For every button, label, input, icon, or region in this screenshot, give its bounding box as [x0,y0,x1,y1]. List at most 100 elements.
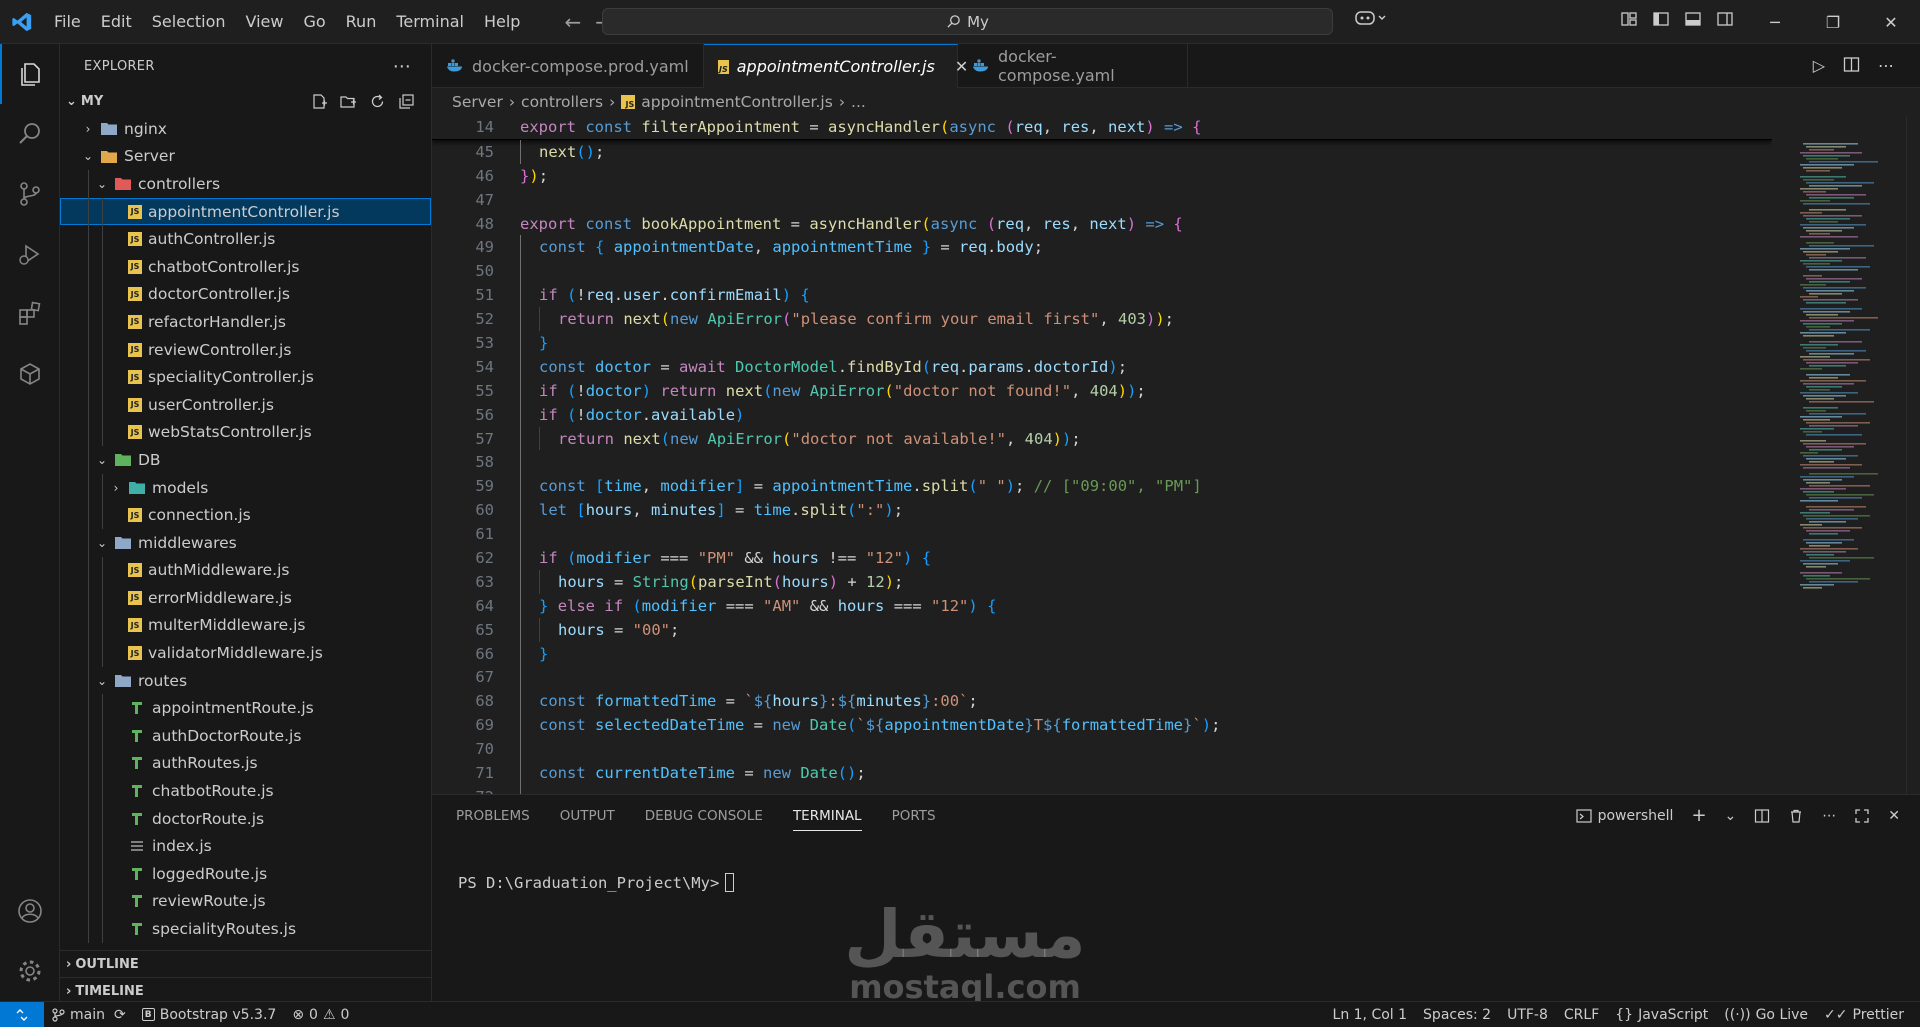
prettier-status[interactable]: ✓✓ Prettier [1816,1007,1920,1023]
explorer-icon[interactable] [0,44,60,104]
file-item[interactable]: JS errorMiddleware.js [60,584,431,612]
sync-icon[interactable]: ⟳ [114,1007,126,1023]
file-item[interactable]: JS specialityController.js [60,363,431,391]
file-item[interactable]: loggedRoute.js [60,860,431,888]
file-item[interactable]: JS validatorMiddleware.js [60,639,431,667]
split-terminal-icon[interactable] [1754,808,1770,824]
split-editor-icon[interactable] [1843,56,1860,73]
breadcrumb-item[interactable]: ... [851,93,866,111]
menu-item-edit[interactable]: Edit [91,0,142,44]
extensions-icon[interactable] [0,284,60,344]
menu-item-file[interactable]: File [44,0,91,44]
file-item[interactable]: JS chatbotController.js [60,252,431,281]
panel-tab-terminal[interactable]: TERMINAL [792,808,862,831]
terminal-shell-selector[interactable]: powershell [1575,808,1673,824]
folder-item[interactable]: › models [60,473,431,502]
editor-scrollbar[interactable] [1906,116,1920,794]
close-panel-icon[interactable]: ✕ [1888,808,1900,824]
search-sidebar-icon[interactable] [0,104,60,164]
language-mode[interactable]: {} JavaScript [1607,1007,1716,1023]
toggle-secondary-sidebar-icon[interactable] [1716,10,1734,28]
new-file-icon[interactable] [311,93,328,110]
more-actions-icon[interactable]: ⋯ [1822,808,1836,824]
menu-item-terminal[interactable]: Terminal [386,0,474,44]
customize-layout-icon[interactable] [1620,10,1638,28]
workspace-root[interactable]: ⌄ MY [60,88,431,115]
line-ending[interactable]: CRLF [1556,1007,1607,1023]
panel-tab-ports[interactable]: PORTS [892,808,936,824]
cursor-position[interactable]: Ln 1, Col 1 [1325,1007,1416,1023]
panel-tab-problems[interactable]: PROBLEMS [456,808,530,824]
maximize-panel-icon[interactable] [1854,808,1870,824]
file-item[interactable]: JS authController.js [60,225,431,253]
git-branch[interactable]: main ⟳ [44,1007,134,1023]
editor-tab[interactable]: JS appointmentController.js ✕ [704,44,968,88]
settings-gear-icon[interactable] [0,941,60,1001]
run-code-icon[interactable]: ▷ [1813,56,1825,75]
file-item[interactable]: appointmentRoute.js [60,694,431,723]
encoding[interactable]: UTF-8 [1499,1007,1556,1023]
menu-item-run[interactable]: Run [336,0,387,44]
restore-icon[interactable]: ❐ [1804,0,1862,44]
more-actions-icon[interactable]: ⋯ [1878,56,1894,75]
terminal-output[interactable]: PS D:\Graduation_Project\My> [458,873,735,892]
file-item[interactable]: chatbotRoute.js [60,777,431,805]
file-item[interactable]: JS doctorController.js [60,280,431,309]
go-back-icon[interactable]: ← [564,10,581,34]
file-item[interactable]: JS userController.js [60,390,431,419]
folder-item[interactable]: ⌄ DB [60,446,431,474]
file-item[interactable]: doctorRoute.js [60,804,431,833]
toggle-panel-icon[interactable] [1684,10,1702,28]
collapse-all-icon[interactable] [398,93,415,110]
new-terminal-icon[interactable]: + [1691,805,1706,826]
minimap[interactable] [1786,116,1896,716]
run-debug-icon[interactable] [0,224,60,284]
copilot-icon[interactable] [1354,9,1388,31]
file-item[interactable]: JS webStatsController.js [60,418,431,447]
folder-item[interactable]: ⌄ routes [60,666,431,695]
file-item[interactable]: JS authMiddleware.js [60,556,431,585]
folder-item[interactable]: ⌄ Server [60,143,431,171]
folder-item[interactable]: ⌄ controllers [60,170,431,198]
file-item[interactable]: JS connection.js [60,501,431,529]
menu-item-help[interactable]: Help [474,0,530,44]
code-editor[interactable]: 14 export const filterAppointment = async… [432,116,1772,794]
bootstrap-status[interactable]: B Bootstrap v5.3.7 [134,1007,285,1023]
outline-section[interactable]: › OUTLINE [60,950,432,977]
folder-item[interactable]: ⌄ middlewares [60,528,431,557]
problems-status[interactable]: ⊗ 0 ⚠ 0 [284,1007,357,1023]
menu-item-view[interactable]: View [236,0,294,44]
file-item[interactable]: JS multerMiddleware.js [60,611,431,640]
minimize-icon[interactable]: ─ [1746,0,1804,44]
menu-item-go[interactable]: Go [293,0,335,44]
file-item[interactable]: JS refactorHandler.js [60,308,431,336]
chevron-down-icon[interactable]: ⌄ [1725,808,1737,824]
go-live-button[interactable]: ((·)) Go Live [1716,1007,1816,1023]
refresh-icon[interactable] [369,93,386,110]
folder-item[interactable]: › nginx [60,115,431,143]
menu-item-selection[interactable]: Selection [142,0,236,44]
remote-indicator-icon[interactable] [0,1001,44,1027]
file-item[interactable]: specialityRoutes.js [60,915,431,943]
panel-tab-output[interactable]: OUTPUT [560,808,615,824]
indentation[interactable]: Spaces: 2 [1415,1007,1499,1023]
source-control-icon[interactable] [0,164,60,224]
remote-explorer-icon[interactable] [0,344,60,404]
file-item[interactable]: JS reviewController.js [60,335,431,364]
editor-tab[interactable]: docker-compose.yaml [958,44,1188,88]
toggle-sidebar-icon[interactable] [1652,10,1670,28]
breadcrumb-item[interactable]: Server [452,93,503,111]
accounts-icon[interactable] [0,881,60,941]
breadcrumb-item[interactable]: appointmentController.js [641,93,833,111]
file-item[interactable]: authRoutes.js [60,749,431,778]
trash-icon[interactable] [1788,808,1804,824]
file-item[interactable]: index.js [60,832,431,861]
timeline-section[interactable]: › TIMELINE [60,977,432,1004]
command-center-search[interactable]: My [602,8,1333,35]
breadcrumb-item[interactable]: controllers [521,93,603,111]
file-item[interactable]: JS appointmentController.js [60,197,431,226]
file-item[interactable]: reviewRoute.js [60,887,431,916]
file-item[interactable]: authDoctorRoute.js [60,722,431,750]
panel-tab-debug-console[interactable]: DEBUG CONSOLE [645,808,763,824]
close-window-icon[interactable]: ✕ [1862,0,1920,44]
